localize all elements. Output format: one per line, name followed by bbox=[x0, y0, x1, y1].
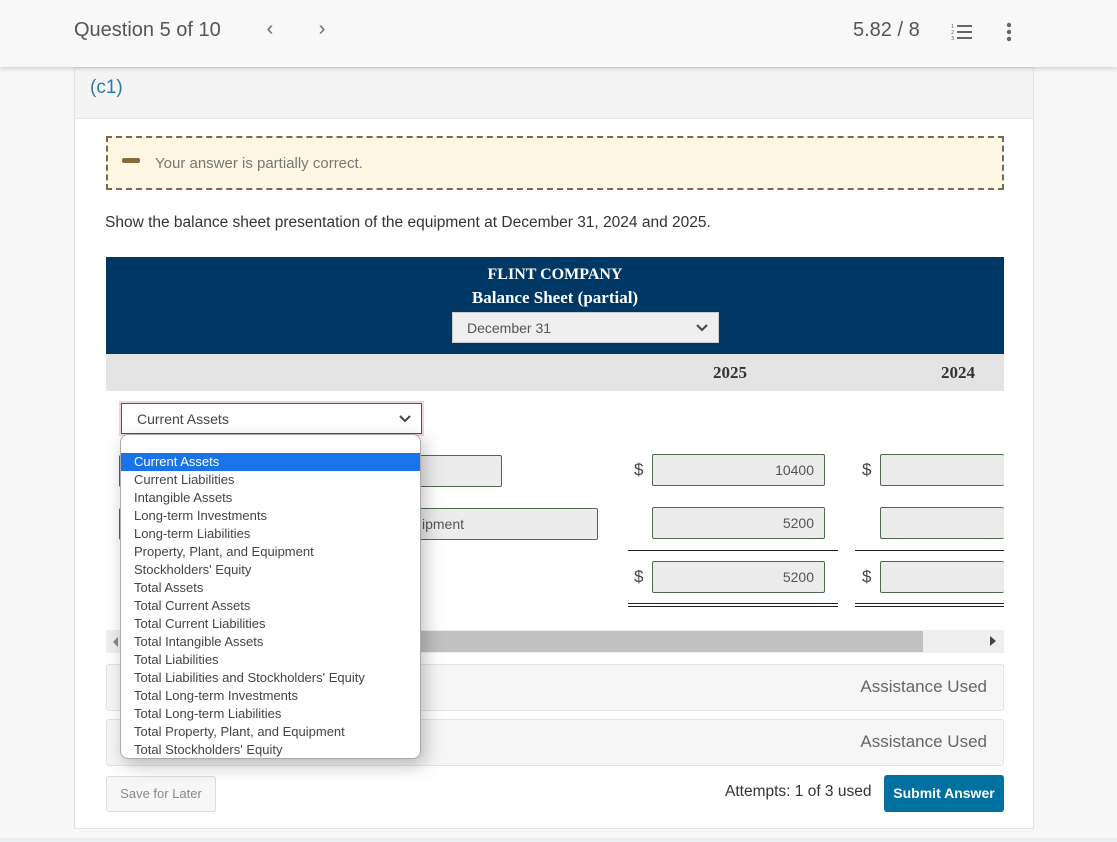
chevron-down-icon bbox=[399, 415, 411, 423]
dropdown-option[interactable]: Total Long-term Investments bbox=[121, 687, 420, 705]
chevron-right-icon[interactable]: › bbox=[312, 18, 332, 41]
dropdown-option[interactable]: Long-term Liabilities bbox=[121, 525, 420, 543]
scroll-left-icon[interactable] bbox=[113, 637, 118, 647]
dropdown-option[interactable]: Total Current Assets bbox=[121, 597, 420, 615]
dropdown-option[interactable]: Property, Plant, and Equipment bbox=[121, 543, 420, 561]
dropdown-option[interactable]: Total Assets bbox=[121, 579, 420, 597]
submit-answer-button[interactable]: Submit Answer bbox=[884, 775, 1004, 812]
save-for-later-button[interactable]: Save for Later bbox=[106, 776, 216, 812]
dropdown-option[interactable]: Intangible Assets bbox=[121, 489, 420, 507]
dropdown-option[interactable]: Total Stockholders' Equity bbox=[121, 741, 420, 758]
bottom-strip bbox=[0, 838, 1117, 842]
category-dropdown-list[interactable]: Current Assets Current Liabilities Intangi… bbox=[120, 434, 421, 759]
chevron-left-icon[interactable]: ‹ bbox=[260, 18, 280, 41]
dropdown-option[interactable]: Stockholders' Equity bbox=[121, 561, 420, 579]
dropdown-option[interactable]: Total Current Liabilities bbox=[121, 615, 420, 633]
row2-label-text: ipment bbox=[422, 516, 465, 532]
column-header-2024: 2024 bbox=[941, 363, 975, 382]
column-header-2025: 2025 bbox=[713, 363, 747, 382]
subtotal-line bbox=[855, 550, 1004, 551]
year-header-row: 2025 2024 bbox=[106, 354, 1004, 391]
attempts-counter: Attempts: 1 of 3 used bbox=[725, 783, 872, 800]
row3-2025-input[interactable]: 5200 bbox=[652, 561, 825, 593]
svg-text:3: 3 bbox=[951, 36, 954, 41]
dollar-sign: $ bbox=[634, 460, 644, 479]
dropdown-option[interactable]: Current Assets bbox=[121, 453, 420, 471]
instructions: Show the balance sheet presentation of t… bbox=[105, 214, 711, 231]
category-select-value: Current Assets bbox=[137, 411, 229, 427]
dropdown-option[interactable]: Current Liabilities bbox=[121, 471, 420, 489]
dropdown-option[interactable]: Total Long-term Liabilities bbox=[121, 705, 420, 723]
dropdown-option[interactable]: Long-term Investments bbox=[121, 507, 420, 525]
dollar-sign: $ bbox=[862, 460, 872, 479]
total-double-line bbox=[855, 603, 1004, 607]
category-select[interactable]: Current Assets bbox=[121, 403, 422, 434]
total-double-line bbox=[628, 603, 838, 607]
feedback-text: Your answer is partially correct. bbox=[155, 155, 363, 172]
sheet-title: Balance Sheet (partial) bbox=[471, 288, 639, 307]
question-counter: Question 5 of 10 bbox=[74, 19, 221, 41]
scroll-right-icon[interactable] bbox=[990, 636, 996, 646]
dropdown-option[interactable]: Total Liabilities and Stockholders' Equi… bbox=[121, 669, 420, 687]
numbered-list-icon[interactable]: 1 2 3 bbox=[951, 23, 973, 41]
assistance-label: Assistance Used bbox=[860, 732, 987, 751]
partial-dash-icon bbox=[122, 158, 140, 163]
feedback-banner: Your answer is partially correct. bbox=[106, 136, 1004, 190]
row3-2024-input[interactable] bbox=[880, 561, 1004, 593]
row2-2024-input[interactable] bbox=[880, 507, 1004, 539]
score-display: 5.82 / 8 bbox=[853, 19, 920, 41]
assistance-label: Assistance Used bbox=[860, 677, 987, 696]
dollar-sign: $ bbox=[634, 567, 644, 586]
dropdown-option[interactable]: Total Liabilities bbox=[121, 651, 420, 669]
company-name: FLINT COMPANY bbox=[487, 266, 623, 283]
part-header: (c1) bbox=[75, 68, 1033, 119]
row1-2025-input[interactable]: 10400 bbox=[652, 454, 825, 486]
subtotal-line bbox=[628, 550, 838, 551]
balance-sheet-header: FLINT COMPANY Balance Sheet (partial) De… bbox=[106, 257, 1004, 354]
row2-2025-input[interactable]: 5200 bbox=[652, 507, 825, 539]
part-label: (c1) bbox=[90, 77, 123, 98]
date-select[interactable]: December 31 bbox=[452, 312, 719, 343]
dropdown-option[interactable]: Total Property, Plant, and Equipment bbox=[121, 723, 420, 741]
chevron-down-icon bbox=[696, 324, 708, 332]
date-select-value: December 31 bbox=[467, 320, 552, 336]
top-bar: Question 5 of 10 ‹ › 5.82 / 8 1 2 3 bbox=[0, 0, 1117, 67]
dropdown-option[interactable]: Total Intangible Assets bbox=[121, 633, 420, 651]
dollar-sign: $ bbox=[862, 567, 872, 586]
row1-2024-input[interactable] bbox=[880, 454, 1004, 486]
more-vertical-icon[interactable] bbox=[1003, 22, 1015, 42]
